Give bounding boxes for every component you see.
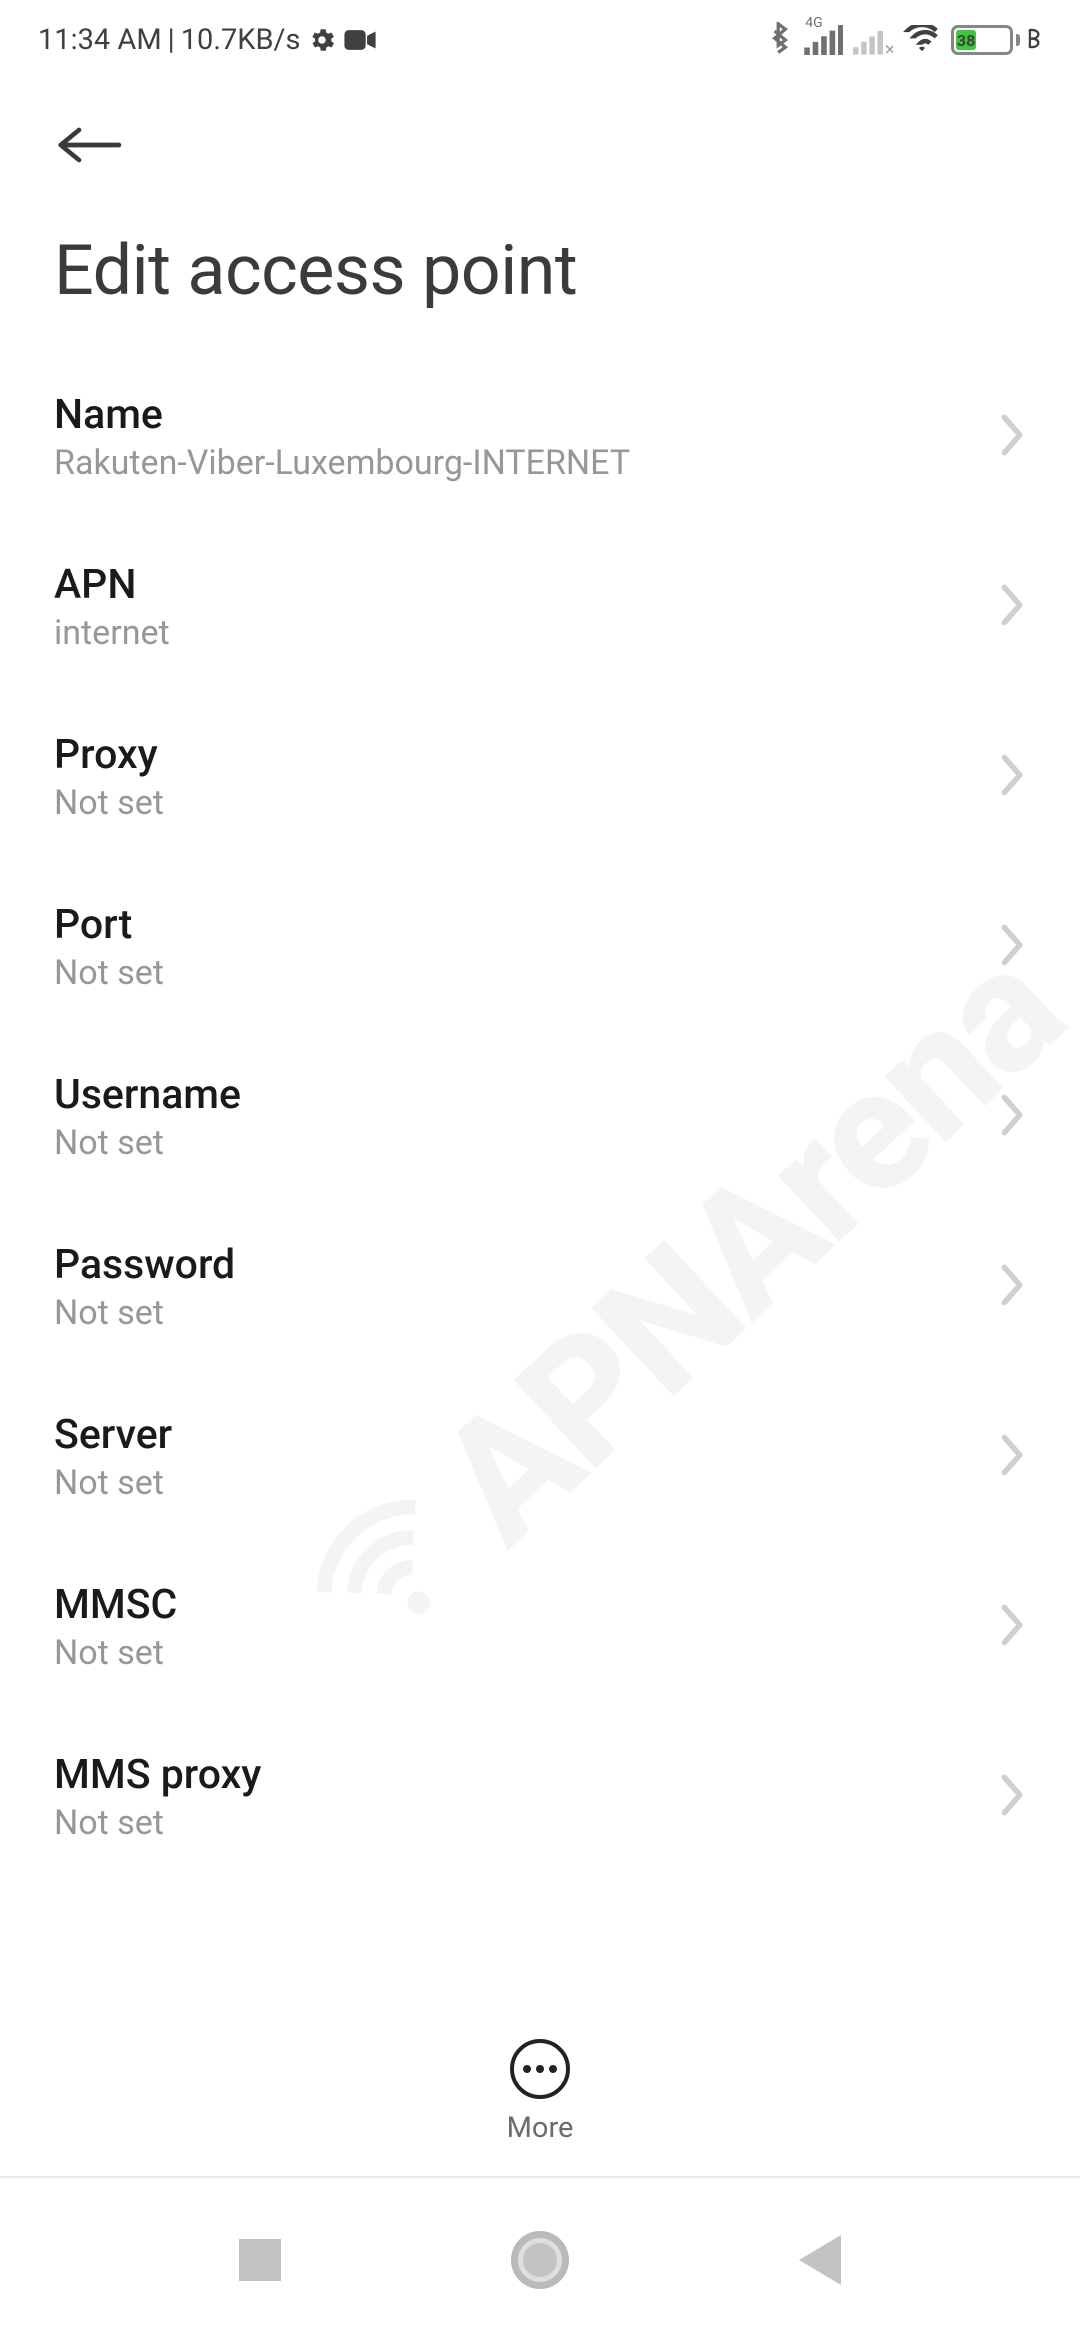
- setting-label: Server: [54, 1411, 172, 1459]
- chevron-right-icon: [996, 1263, 1026, 1311]
- chevron-right-icon: [996, 1093, 1026, 1141]
- setting-label: Proxy: [54, 731, 164, 779]
- chevron-right-icon: [996, 1433, 1026, 1481]
- chevron-right-icon: [996, 923, 1026, 971]
- setting-label: MMS proxy: [54, 1751, 261, 1799]
- setting-username[interactable]: Username Not set: [0, 1032, 1080, 1202]
- chevron-right-icon: [996, 583, 1026, 631]
- nav-home-button[interactable]: [495, 2215, 585, 2305]
- setting-mmsc[interactable]: MMSC Not set: [0, 1542, 1080, 1712]
- setting-value: Rakuten-Viber-Luxembourg-INTERNET: [54, 443, 630, 483]
- triangle-icon: [799, 2235, 841, 2285]
- setting-port[interactable]: Port Not set: [0, 862, 1080, 1032]
- circle-icon: [511, 2231, 569, 2289]
- cellular-nosignal-icon: ✕: [853, 25, 893, 55]
- more-icon: [510, 2039, 570, 2099]
- battery-indicator: 38 𐌁: [951, 25, 1042, 55]
- setting-label: MMSC: [54, 1581, 177, 1629]
- setting-name[interactable]: Name Rakuten-Viber-Luxembourg-INTERNET: [0, 352, 1080, 522]
- status-separator: |: [168, 23, 175, 57]
- setting-value: Not set: [54, 1123, 241, 1163]
- setting-value: Not set: [54, 783, 164, 823]
- camera-icon: [343, 27, 377, 53]
- more-button[interactable]: More: [0, 2008, 1080, 2178]
- setting-label: Name: [54, 391, 630, 439]
- nav-recent-button[interactable]: [215, 2215, 305, 2305]
- setting-password[interactable]: Password Not set: [0, 1202, 1080, 1372]
- setting-value: Not set: [54, 1463, 172, 1503]
- more-label: More: [507, 2111, 574, 2145]
- nav-back-button[interactable]: [775, 2215, 865, 2305]
- svg-text:✕: ✕: [884, 42, 893, 55]
- status-bar: 11:34 AM | 10.7KB/s 4G ✕ 38 𐌁: [0, 0, 1080, 70]
- status-speed: 10.7KB/s: [181, 23, 301, 57]
- page-title: Edit access point: [0, 180, 1080, 352]
- chevron-right-icon: [996, 753, 1026, 801]
- bluetooth-icon: [767, 22, 793, 58]
- setting-label: APN: [54, 561, 170, 609]
- cellular-4g-icon: 4G: [803, 25, 843, 55]
- setting-label: Password: [54, 1241, 235, 1289]
- battery-level: 38: [956, 30, 976, 50]
- setting-value: internet: [54, 613, 170, 653]
- setting-value: Not set: [54, 1293, 235, 1333]
- setting-value: Not set: [54, 1803, 261, 1843]
- chevron-right-icon: [996, 1773, 1026, 1821]
- setting-label: Username: [54, 1071, 241, 1119]
- setting-label: Port: [54, 901, 164, 949]
- chevron-right-icon: [996, 1603, 1026, 1651]
- gear-icon: [307, 25, 337, 55]
- settings-list: Name Rakuten-Viber-Luxembourg-INTERNET A…: [0, 352, 1080, 1882]
- back-button[interactable]: [54, 110, 124, 180]
- setting-proxy[interactable]: Proxy Not set: [0, 692, 1080, 862]
- wifi-icon: [903, 25, 941, 55]
- chevron-right-icon: [996, 413, 1026, 461]
- status-time: 11:34 AM: [38, 23, 162, 57]
- setting-mms-proxy[interactable]: MMS proxy Not set: [0, 1712, 1080, 1882]
- square-icon: [239, 2239, 281, 2281]
- navigation-bar: [0, 2180, 1080, 2340]
- charging-icon: 𐌁: [1026, 25, 1042, 55]
- setting-server[interactable]: Server Not set: [0, 1372, 1080, 1542]
- setting-apn[interactable]: APN internet: [0, 522, 1080, 692]
- setting-value: Not set: [54, 953, 164, 993]
- setting-value: Not set: [54, 1633, 177, 1673]
